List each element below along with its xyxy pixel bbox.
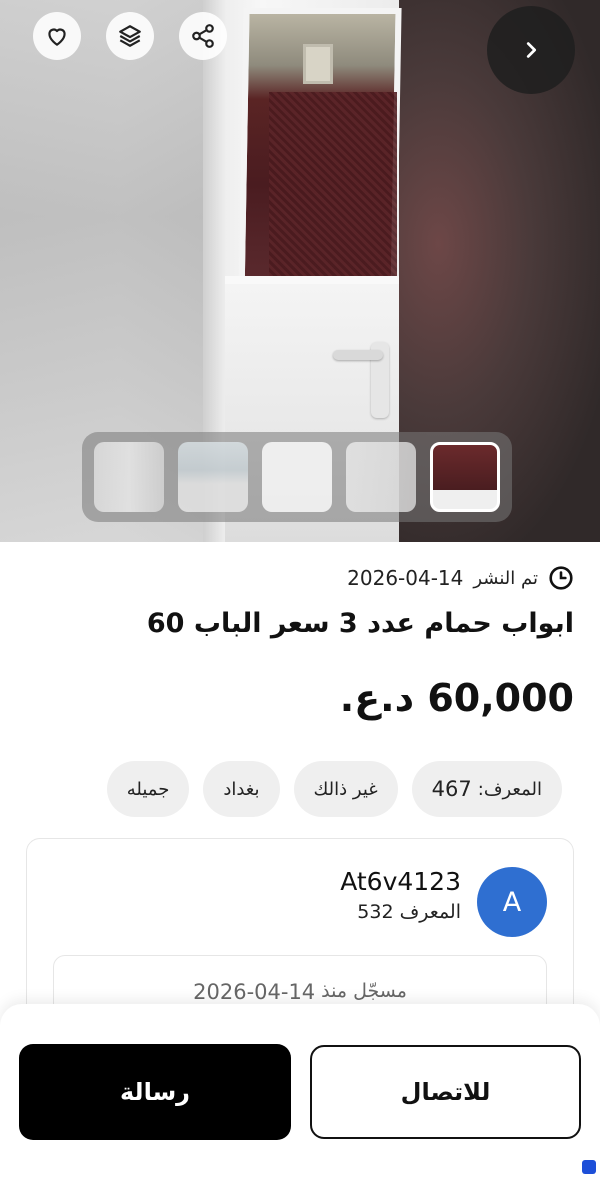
thumbnail-strip	[82, 432, 512, 522]
chevron-right-icon	[526, 42, 537, 58]
seller-id: المعرف 532	[357, 901, 461, 923]
corner-badge-icon	[582, 1160, 596, 1174]
chip-area[interactable]: جميله	[106, 761, 190, 817]
chip-label: غير ذالك	[313, 778, 378, 800]
listing-title: ابواب حمام عدد 3 سعر الباب 60	[146, 608, 574, 639]
share-icon	[192, 24, 214, 48]
favorite-button[interactable]	[33, 12, 81, 60]
seller-name[interactable]: At6v4123	[340, 867, 461, 896]
member-since-date: 2026-04-14	[193, 980, 316, 1004]
call-button[interactable]: للاتصال	[310, 1045, 581, 1139]
thumbnail[interactable]	[346, 442, 416, 512]
listing-photo[interactable]	[0, 0, 600, 542]
posted-label: تم النشر	[473, 567, 538, 589]
price-currency: د.ع.	[339, 676, 415, 720]
next-photo-button[interactable]	[487, 6, 575, 94]
clock-icon	[548, 565, 574, 591]
message-button[interactable]: رسالة	[19, 1044, 291, 1140]
member-since-label: مسجّل منذ	[321, 980, 407, 1002]
layers-button[interactable]	[106, 12, 154, 60]
chip-id[interactable]: المعرف: 467	[411, 761, 562, 817]
seller-id-label: المعرف	[399, 901, 461, 923]
chip-city[interactable]: بغداد	[203, 761, 280, 817]
attribute-chips: المعرف: 467 غير ذالك بغداد جميله	[106, 761, 562, 817]
listing-price: 60,000 د.ع.	[340, 676, 574, 720]
layers-icon	[119, 25, 141, 47]
price-amount: 60,000	[427, 676, 574, 720]
chip-label: جميله	[126, 778, 170, 800]
chip-value: 467	[431, 777, 472, 801]
chip-label: المعرف:	[477, 778, 542, 800]
posted-date: 2026-04-14	[347, 566, 464, 590]
action-bar: رسالة للاتصال	[0, 1004, 600, 1178]
share-button[interactable]	[179, 12, 227, 60]
posted-info: تم النشر 2026-04-14	[347, 562, 574, 594]
chip-condition[interactable]: غير ذالك	[293, 761, 398, 817]
avatar: A	[477, 867, 547, 937]
thumbnail[interactable]	[262, 442, 332, 512]
thumbnail[interactable]	[94, 442, 164, 512]
thumbnail[interactable]	[178, 442, 248, 512]
thumbnail-selected[interactable]	[430, 442, 500, 512]
heart-icon	[48, 28, 66, 46]
chip-label: بغداد	[223, 778, 260, 800]
seller-id-value: 532	[357, 901, 394, 923]
